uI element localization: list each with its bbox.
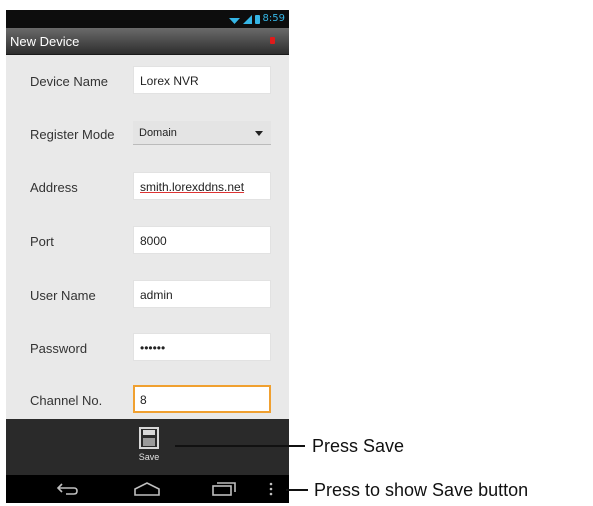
- signal-icon: [242, 14, 252, 24]
- user-name-label: User Name: [30, 288, 96, 303]
- address-field[interactable]: smith.lorexddns.net: [133, 172, 271, 200]
- channel-no-label: Channel No.: [30, 393, 103, 408]
- channel-no-row: Channel No. 8: [6, 385, 289, 415]
- password-field[interactable]: ••••••: [133, 333, 271, 361]
- navigation-bar: [6, 475, 289, 503]
- register-mode-select[interactable]: Domain: [133, 121, 271, 145]
- save-callout-line: [175, 445, 305, 447]
- status-icons: 8:59: [228, 13, 285, 25]
- action-bar: Save: [6, 419, 289, 475]
- menu-callout-line: [286, 489, 308, 491]
- menu-callout-text: Press to show Save button: [314, 480, 529, 500]
- device-name-label: Device Name: [30, 74, 109, 89]
- password-label: Password: [30, 341, 88, 356]
- recents-icon[interactable]: [211, 481, 237, 497]
- save-callout-text: Press Save: [312, 436, 405, 456]
- title-bar: New Device: [6, 28, 289, 55]
- port-row: Port 8000: [6, 226, 289, 256]
- battery-icon: [254, 14, 260, 24]
- page-title: New Device: [10, 34, 80, 49]
- wifi-icon: [228, 17, 240, 24]
- channel-no-field[interactable]: 8: [133, 385, 271, 413]
- save-icon: [139, 427, 159, 449]
- port-field[interactable]: 8000: [133, 226, 271, 254]
- phone-screen: 8:59 New Device Device Name Lorex NVR Re…: [6, 10, 289, 503]
- user-name-field[interactable]: admin: [133, 280, 271, 308]
- status-indicator-icon: [270, 37, 275, 44]
- register-mode-label: Register Mode: [30, 127, 115, 142]
- user-name-row: User Name admin: [6, 280, 289, 310]
- dropdown-arrow-icon: [255, 131, 263, 136]
- device-name-row: Device Name Lorex NVR: [6, 66, 289, 96]
- save-button[interactable]: Save: [132, 427, 166, 473]
- port-label: Port: [30, 234, 54, 249]
- address-row: Address smith.lorexddns.net: [6, 172, 289, 202]
- register-mode-row: Register Mode Domain: [6, 119, 289, 149]
- address-value: smith.lorexddns.net: [140, 180, 245, 194]
- back-icon[interactable]: [56, 481, 80, 497]
- status-time: 8:59: [262, 13, 285, 24]
- register-mode-value: Domain: [139, 127, 177, 139]
- address-label: Address: [30, 180, 78, 195]
- device-name-field[interactable]: Lorex NVR: [133, 66, 271, 94]
- overflow-menu-icon[interactable]: [268, 481, 274, 497]
- save-label: Save: [138, 452, 160, 462]
- home-icon[interactable]: [133, 481, 161, 497]
- password-row: Password ••••••: [6, 333, 289, 363]
- status-bar: 8:59: [6, 10, 289, 28]
